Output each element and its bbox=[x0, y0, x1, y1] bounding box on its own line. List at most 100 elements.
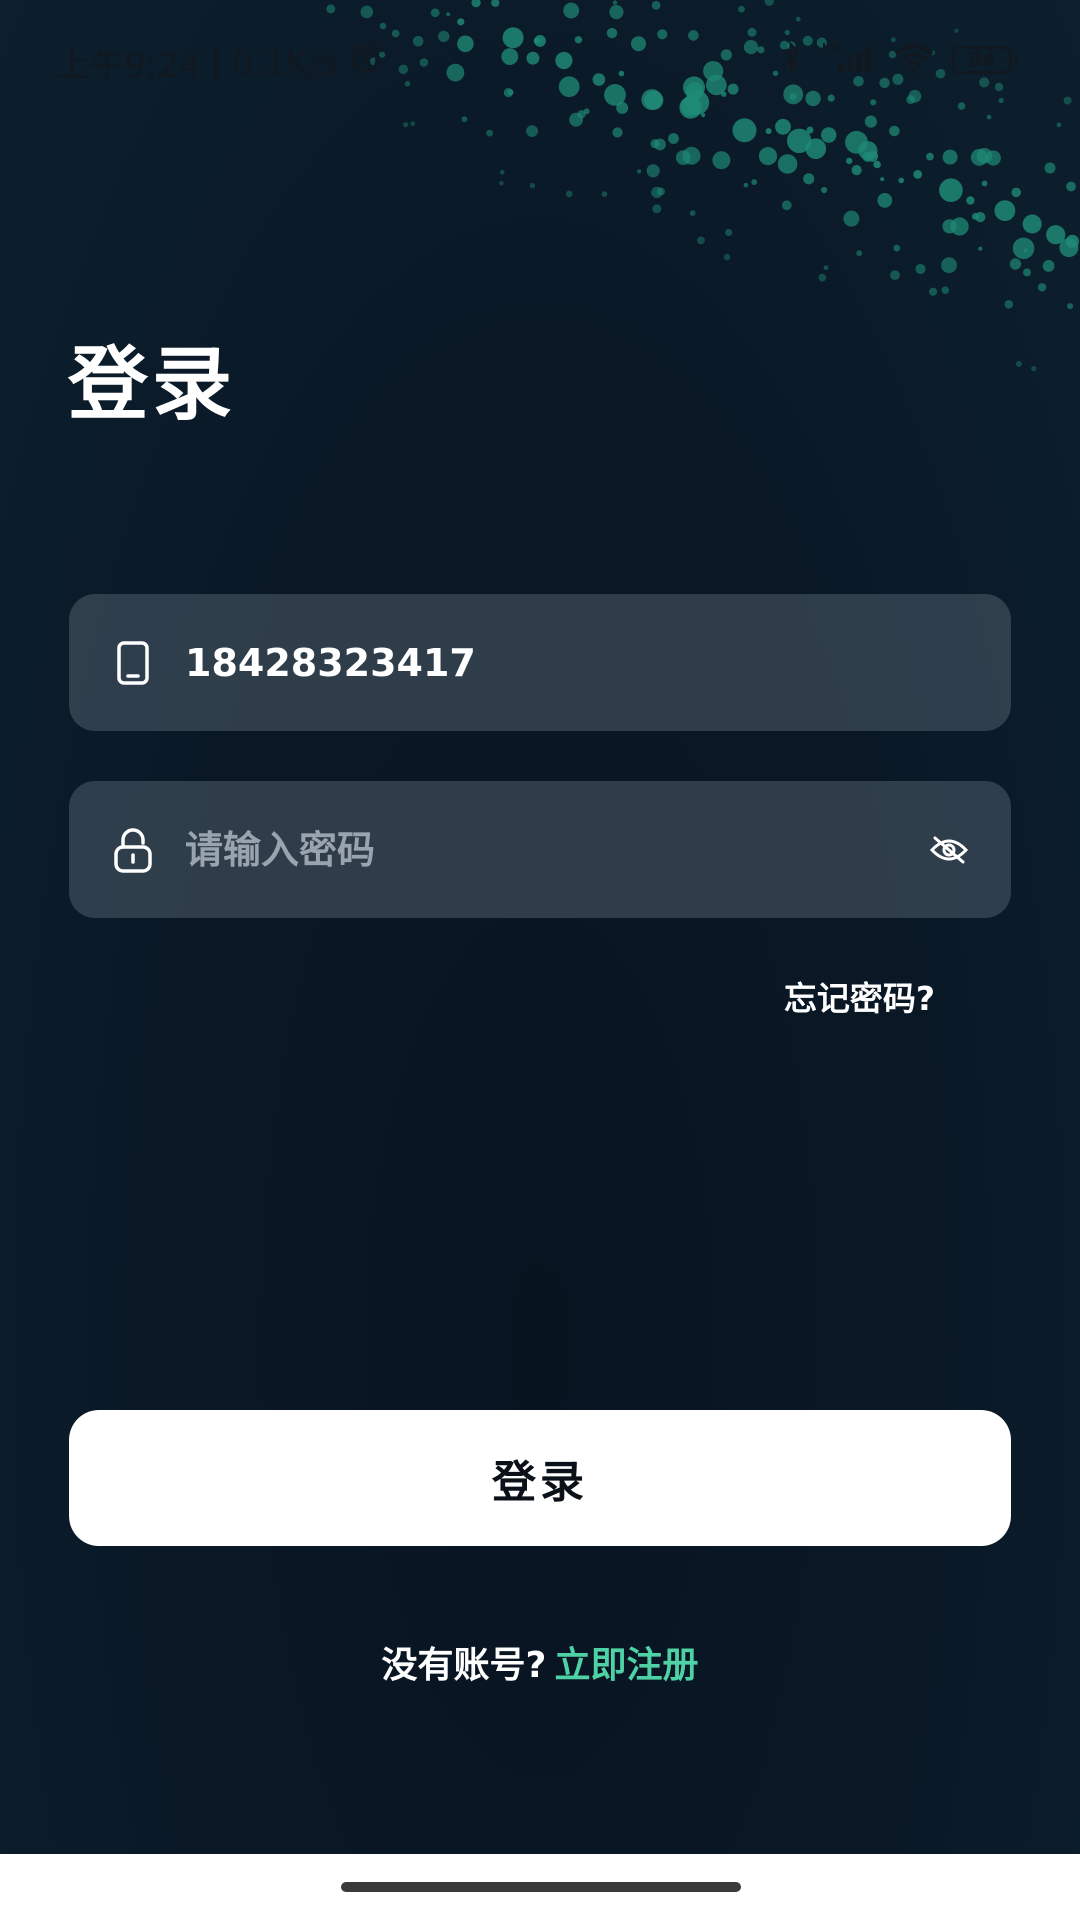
decorative-dot bbox=[976, 147, 993, 164]
decorative-dot bbox=[1015, 360, 1022, 367]
forgot-password-link[interactable]: 忘记密码? bbox=[784, 972, 935, 1020]
decorative-dot bbox=[939, 178, 963, 202]
decorative-dot bbox=[1044, 162, 1056, 174]
password-field[interactable] bbox=[69, 781, 1011, 918]
phone-icon bbox=[111, 640, 155, 685]
decorative-dot bbox=[970, 148, 988, 166]
decorative-dot bbox=[966, 196, 975, 205]
status-time: 上午9:24 bbox=[56, 46, 201, 86]
decorative-dot bbox=[1067, 303, 1074, 310]
decorative-dot bbox=[1059, 238, 1079, 258]
decorative-dot bbox=[650, 139, 660, 149]
register-link[interactable]: 立即注册 bbox=[554, 1645, 698, 1686]
decorative-dot bbox=[915, 263, 926, 275]
alarm-icon bbox=[347, 40, 383, 85]
decorative-dot bbox=[994, 200, 1016, 222]
decorative-dot bbox=[890, 270, 900, 280]
decorative-dot bbox=[843, 210, 860, 227]
hd-signal-icon: HD bbox=[820, 40, 876, 80]
bluetooth-icon bbox=[778, 40, 804, 80]
decorative-dot bbox=[743, 182, 749, 188]
decorative-dot bbox=[656, 187, 666, 196]
decorative-dot bbox=[526, 125, 538, 137]
decorative-dot bbox=[821, 186, 828, 194]
decorative-dot bbox=[499, 169, 505, 175]
decorative-dot bbox=[1022, 214, 1042, 234]
phone-input[interactable] bbox=[185, 640, 1011, 685]
decorative-dot bbox=[942, 149, 958, 165]
decorative-dot bbox=[877, 193, 893, 208]
status-bar: 上午9:24 | 0.1K/s HD 94 bbox=[0, 0, 1080, 125]
decorative-dot bbox=[751, 179, 758, 186]
decorative-dot bbox=[823, 265, 829, 271]
decorative-dot bbox=[873, 160, 881, 169]
decorative-dot bbox=[862, 151, 873, 162]
decorative-dot bbox=[1012, 237, 1035, 260]
decorative-dot bbox=[1011, 187, 1021, 198]
decorative-dot bbox=[787, 128, 812, 153]
decorative-dot bbox=[926, 152, 934, 161]
decorative-dot bbox=[975, 212, 986, 223]
decorative-dot bbox=[565, 190, 573, 198]
decorative-dot bbox=[898, 177, 904, 184]
decorative-dot bbox=[612, 127, 623, 138]
decorative-dot bbox=[781, 200, 792, 211]
decorative-dot bbox=[821, 127, 837, 143]
decorative-dot bbox=[845, 130, 868, 154]
login-button[interactable]: 登录 bbox=[69, 1410, 1011, 1546]
decorative-dot bbox=[1046, 225, 1066, 245]
wifi-icon bbox=[892, 40, 936, 80]
login-screen: 上午9:24 | 0.1K/s HD 94 登录 18428323417 忘记密… bbox=[0, 0, 1080, 1920]
decorative-dot bbox=[725, 228, 733, 237]
decorative-dot bbox=[1023, 268, 1031, 277]
battery-level: 94 bbox=[968, 48, 996, 72]
status-network-speed: 0.1K/s bbox=[231, 42, 338, 83]
decorative-dot bbox=[1066, 181, 1076, 192]
password-input[interactable] bbox=[185, 827, 925, 872]
status-divider: | bbox=[210, 42, 222, 83]
decorative-dot bbox=[971, 212, 979, 220]
decorative-dot bbox=[668, 133, 679, 144]
decorative-dot bbox=[1042, 260, 1055, 272]
decorative-dot bbox=[1037, 283, 1047, 292]
decorative-dot bbox=[889, 125, 900, 137]
decorative-dot bbox=[777, 154, 798, 174]
decorative-dot bbox=[913, 170, 923, 179]
decorative-dot bbox=[697, 236, 705, 245]
decorative-dot bbox=[486, 129, 493, 137]
decorative-dot bbox=[529, 182, 536, 189]
decorative-dot bbox=[689, 210, 696, 217]
decorative-dot bbox=[652, 204, 662, 214]
decorative-dot bbox=[723, 253, 731, 261]
decorative-dot bbox=[880, 177, 885, 182]
decorative-dot bbox=[765, 128, 772, 135]
decorative-dot bbox=[941, 286, 950, 295]
decorative-dot bbox=[805, 138, 827, 159]
decorative-dot bbox=[803, 173, 815, 185]
decorative-dot bbox=[712, 151, 731, 170]
lock-icon bbox=[111, 827, 155, 873]
decorative-dot bbox=[858, 141, 878, 161]
decorative-dot bbox=[806, 126, 814, 134]
decorative-dot bbox=[1031, 366, 1037, 372]
phone-field[interactable] bbox=[69, 594, 1011, 731]
decorative-dot bbox=[646, 164, 660, 178]
decorative-dot bbox=[682, 146, 701, 165]
decorative-dot bbox=[893, 244, 901, 252]
decorative-dot bbox=[942, 219, 957, 234]
decorative-dot bbox=[758, 147, 778, 166]
decorative-dot bbox=[981, 180, 988, 187]
decorative-dot bbox=[941, 257, 957, 274]
decorative-dot bbox=[651, 186, 663, 199]
page-title: 登录 bbox=[68, 338, 236, 431]
decorative-dot bbox=[867, 150, 879, 162]
decorative-dot bbox=[846, 157, 853, 165]
eye-off-icon[interactable] bbox=[925, 826, 973, 874]
decorative-dot bbox=[499, 181, 504, 186]
home-indicator[interactable] bbox=[341, 1882, 741, 1892]
decorative-dot bbox=[1009, 258, 1022, 270]
status-right: HD 94 bbox=[778, 40, 1017, 80]
decorative-dot bbox=[1004, 300, 1014, 309]
decorative-dot bbox=[818, 273, 827, 282]
decorative-dot bbox=[601, 191, 608, 197]
